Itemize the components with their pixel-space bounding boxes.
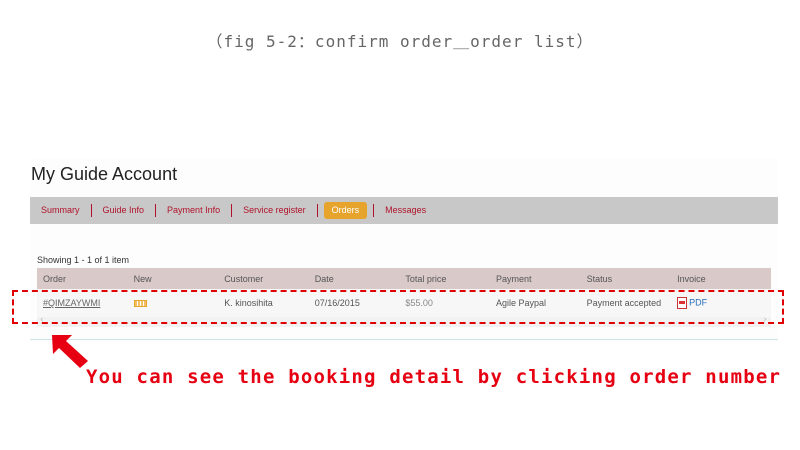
column-header-payment[interactable]: Payment [490,274,581,284]
column-header-total-price[interactable]: Total price [399,274,490,284]
highlight-dashed-box [12,290,784,324]
column-header-date[interactable]: Date [309,274,400,284]
column-header-invoice[interactable]: Invoice [671,274,762,284]
tab-orders[interactable]: Orders [323,202,368,219]
figure-caption: （fig 5-2：confirm order＿order list） [206,32,594,51]
tab-divider [316,204,318,217]
column-header-customer[interactable]: Customer [218,274,309,284]
orders-table-header: Order New Customer Date Total price Paym… [37,268,771,289]
annotation-text: You can see the booking detail by clicki… [86,366,782,388]
column-header-new[interactable]: New [128,274,219,284]
pagination-summary: Showing 1 - 1 of 1 item [37,255,130,265]
tab-service-register[interactable]: Service register [232,204,317,217]
tab-summary[interactable]: Summary [30,204,91,217]
column-header-order[interactable]: Order [37,274,128,284]
pointer-arrow-icon [52,335,88,368]
tab-guide-info[interactable]: Guide Info [92,204,156,217]
page-title: My Guide Account [31,164,178,184]
account-tabbar: Summary Guide Info Payment Info Service … [30,197,778,224]
column-header-status[interactable]: Status [581,274,672,284]
divider [30,339,778,340]
tab-payment-info[interactable]: Payment Info [156,204,231,217]
tab-messages[interactable]: Messages [374,204,437,217]
